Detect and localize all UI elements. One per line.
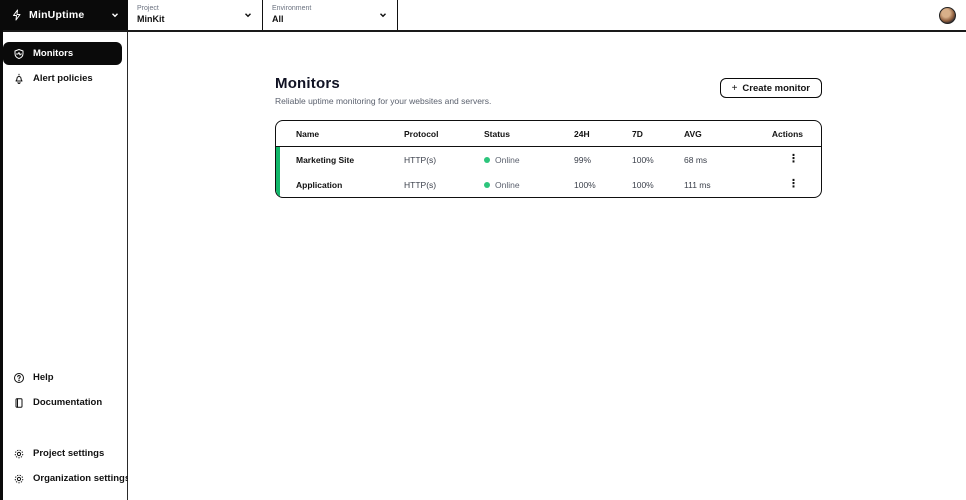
- row-actions-menu-button[interactable]: ⋮: [784, 177, 803, 192]
- column-header-7d: 7D: [632, 128, 643, 139]
- table-row[interactable]: Application HTTP(s) Online 100% 100% 111…: [276, 172, 821, 197]
- brand-name: MinUptime: [29, 9, 85, 21]
- chevron-down-icon: [245, 13, 251, 18]
- column-header-protocol: Protocol: [404, 128, 439, 139]
- status-online-dot: [484, 181, 490, 188]
- brand-menu[interactable]: MinUptime: [3, 0, 128, 30]
- create-monitor-button[interactable]: + Create monitor: [719, 78, 822, 98]
- uptime-7d: 100%: [632, 154, 654, 165]
- environment-value: All: [272, 13, 284, 24]
- user-avatar[interactable]: [939, 6, 956, 24]
- sidebar-item-label: Monitors: [33, 48, 74, 59]
- page-subtitle: Reliable uptime monitoring for your webs…: [275, 96, 492, 106]
- monitors-table: Name Protocol Status 24H 7D AVG Actions …: [275, 120, 822, 198]
- monitor-protocol: HTTP(s): [404, 154, 437, 165]
- book-icon: [15, 397, 23, 408]
- monitor-protocol: HTTP(s): [404, 179, 437, 190]
- table-body: Marketing Site HTTP(s) Online 99% 100% 6…: [276, 147, 821, 197]
- sidebar-item-alert-policies[interactable]: Alert policies: [3, 67, 122, 90]
- gear-icon: [14, 449, 24, 458]
- sidebar-item-label: Help: [33, 372, 54, 383]
- monitor-name: Marketing Site: [296, 154, 355, 165]
- project-selector[interactable]: Project MinKit: [128, 0, 263, 30]
- column-header-24h: 24H: [574, 128, 590, 139]
- app-window: MinUptime Project MinKit Environment All: [0, 0, 966, 500]
- sidebar-item-monitors[interactable]: Monitors: [3, 42, 122, 65]
- avg-response: 111 ms: [684, 179, 711, 190]
- status-online-dot: [484, 156, 490, 163]
- bell-icon: [15, 73, 23, 84]
- sidebar-item-project-settings[interactable]: Project settings: [3, 442, 122, 465]
- bolt-icon: [13, 9, 21, 21]
- chevron-down-icon: [380, 13, 386, 18]
- gear-icon: [14, 474, 24, 483]
- main-area: Monitors Reliable uptime monitoring for …: [128, 32, 966, 500]
- help-circle-icon: [14, 372, 24, 383]
- status-badge: Online: [495, 179, 520, 190]
- topbar: MinUptime Project MinKit Environment All: [3, 0, 966, 32]
- project-value: MinKit: [137, 13, 165, 24]
- environment-label: Environment: [272, 5, 312, 12]
- table-row[interactable]: Marketing Site HTTP(s) Online 99% 100% 6…: [276, 147, 821, 172]
- environment-selector[interactable]: Environment All: [263, 0, 398, 30]
- column-header-name: Name: [296, 128, 320, 139]
- shield-pulse-icon: [14, 48, 24, 59]
- column-header-actions: Actions: [771, 128, 803, 139]
- column-header-avg: AVG: [684, 128, 702, 139]
- status-badge: Online: [495, 154, 520, 165]
- sidebar-item-label: Project settings: [33, 448, 105, 459]
- sidebar-item-label: Documentation: [33, 397, 103, 408]
- plus-icon: +: [731, 82, 738, 94]
- status-cell: Online: [484, 155, 574, 165]
- table-header-row: Name Protocol Status 24H 7D AVG Actions: [276, 121, 821, 147]
- avg-response: 68 ms: [684, 154, 708, 165]
- status-cell: Online: [484, 180, 574, 190]
- sidebar-item-label: Alert policies: [33, 73, 93, 84]
- chevron-down-icon: [112, 13, 118, 18]
- uptime-24h: 100%: [574, 179, 596, 190]
- project-label: Project: [137, 5, 159, 12]
- row-actions-menu-button[interactable]: ⋮: [784, 152, 803, 167]
- uptime-24h: 99%: [574, 154, 592, 165]
- page-header: Monitors Reliable uptime monitoring for …: [275, 75, 822, 106]
- column-header-status: Status: [484, 128, 510, 139]
- sidebar-item-documentation[interactable]: Documentation: [3, 391, 122, 414]
- uptime-7d: 100%: [632, 179, 654, 190]
- monitor-name: Application: [296, 179, 343, 190]
- sidebar-item-organization-settings[interactable]: Organization settings: [3, 467, 130, 490]
- sidebar-item-help[interactable]: Help: [3, 366, 122, 389]
- sidebar-item-label: Organization settings: [33, 473, 131, 484]
- sidebar: Monitors Alert policies Help Documentati…: [3, 32, 130, 500]
- page-title: Monitors: [275, 75, 340, 92]
